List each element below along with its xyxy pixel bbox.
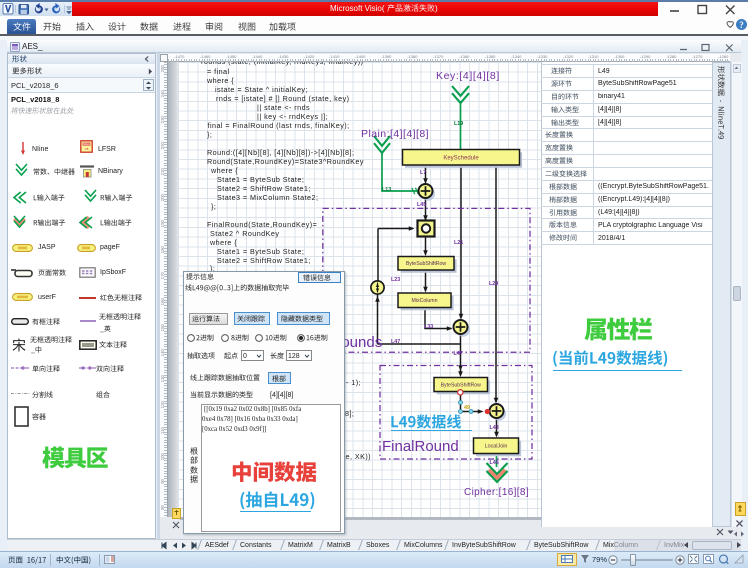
svg-text:MixColumn: MixColumn <box>412 298 438 304</box>
svg-text:KeySchedule: KeySchedule <box>443 155 479 161</box>
svg-text:ByteSubShiftRow: ByteSubShiftRow <box>441 382 482 388</box>
svg-text:LocalJoin: LocalJoin <box>485 444 508 450</box>
svg-text:ByteSubShiftRow: ByteSubShiftRow <box>406 261 447 267</box>
